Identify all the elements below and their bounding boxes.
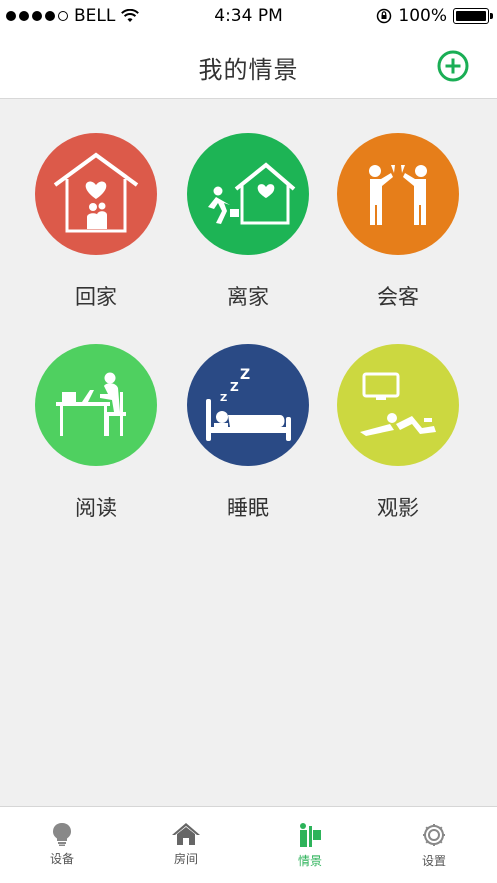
- scene-tile-guests[interactable]: 会客: [323, 133, 473, 311]
- svg-text:Z: Z: [240, 367, 250, 383]
- sleep-bed-icon: Z Z Z: [206, 367, 291, 441]
- tab-label: 房间: [173, 852, 198, 866]
- tab-scenes[interactable]: 情景: [248, 807, 372, 883]
- scene-tile-home[interactable]: 回家: [21, 133, 171, 311]
- home-family-icon: [53, 152, 139, 233]
- scene-tile-reading[interactable]: 阅读: [21, 344, 171, 522]
- battery-area: 100%: [376, 6, 493, 26]
- nav-bar: 我的情景: [0, 34, 497, 99]
- scene-circle[interactable]: [337, 344, 459, 466]
- scene-circle[interactable]: [337, 133, 459, 255]
- gear-icon: [423, 824, 445, 846]
- scene-label-leave: 离家: [227, 285, 269, 309]
- guests-toast-icon: [369, 165, 427, 225]
- scene-label-home: 回家: [75, 285, 117, 309]
- svg-text:Z: Z: [230, 380, 239, 394]
- reading-desk-icon: [56, 372, 126, 436]
- watch-tv-icon: [360, 372, 436, 436]
- tab-settings[interactable]: 设置: [372, 807, 496, 883]
- tab-label: 设置: [421, 854, 446, 868]
- page-title: 我的情景: [198, 56, 299, 84]
- scene-label-sleep: 睡眠: [227, 496, 269, 520]
- tab-label: 情景: [297, 854, 322, 868]
- scene-tile-leave[interactable]: 离家: [173, 133, 323, 311]
- battery-icon: [453, 8, 493, 24]
- scene-circle[interactable]: Z Z Z: [187, 344, 309, 466]
- status-bar: BELL 4:34 PM 100%: [0, 0, 497, 34]
- scene-circle[interactable]: [187, 133, 309, 255]
- tab-rooms[interactable]: 房间: [124, 807, 248, 883]
- battery-percent: 100%: [398, 6, 447, 26]
- leaving-home-icon: [208, 162, 296, 225]
- tab-devices[interactable]: 设备: [0, 807, 124, 883]
- plus-circle-icon[interactable]: [437, 50, 469, 82]
- bulb-icon: [53, 823, 71, 846]
- scene-tile-movie[interactable]: 观影: [323, 344, 473, 522]
- house-icon: [172, 823, 200, 845]
- tab-label: 设备: [49, 852, 74, 866]
- scene-label-reading: 阅读: [75, 496, 117, 520]
- scene-circle[interactable]: [35, 344, 157, 466]
- tab-bar: 设备 房间 情景 设置: [0, 806, 497, 883]
- scene-label-movie: 观影: [377, 496, 419, 520]
- rotation-lock-icon: [377, 8, 392, 24]
- scene-icon: [300, 823, 321, 847]
- scene-tile-sleep[interactable]: Z Z Z 睡眠: [173, 344, 323, 522]
- scene-label-guests: 会客: [377, 285, 419, 309]
- svg-text:Z: Z: [220, 393, 227, 404]
- scene-circle[interactable]: [35, 133, 157, 255]
